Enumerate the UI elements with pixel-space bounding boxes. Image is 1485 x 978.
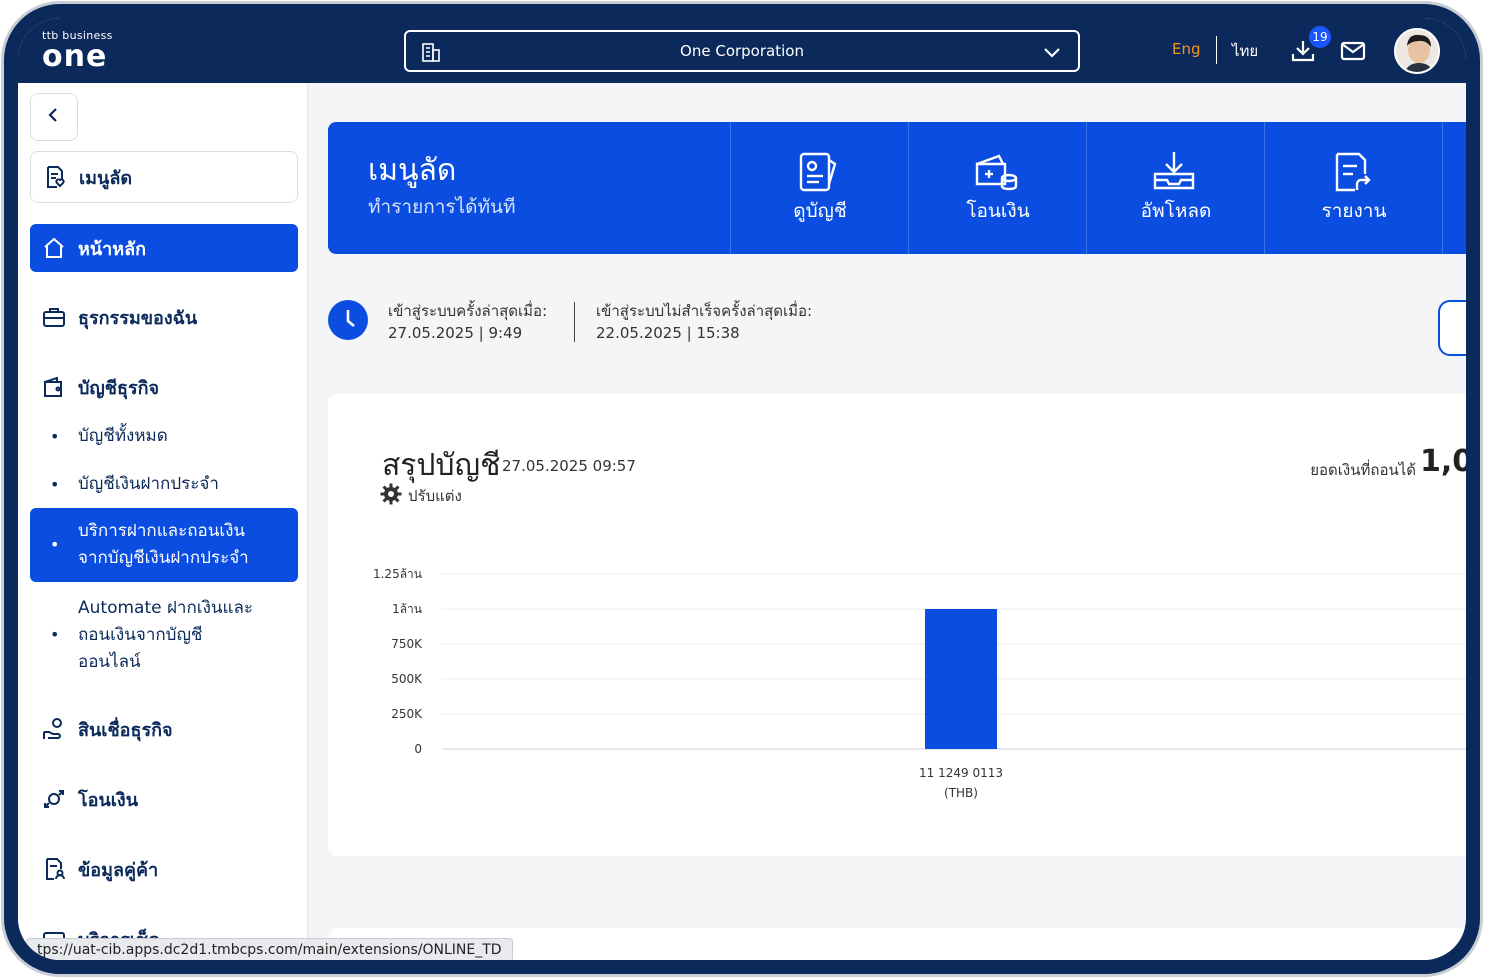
last-login-value: 27.05.2025 | 9:49 — [388, 324, 523, 342]
bullet: • — [50, 535, 60, 554]
sidebar-item-my-transactions[interactable]: ธุรกรรมของฉัน — [30, 293, 298, 341]
last-login-label: เข้าสู่ระบบครั้งล่าสุดเมื่อ: — [388, 302, 548, 320]
x-tick-label: 11 1249 0113 — [919, 766, 1003, 780]
language-thai[interactable]: ไทย — [1232, 39, 1258, 63]
sidebar-item-label: หน้าหลัก — [78, 238, 147, 260]
language-eng[interactable]: Eng — [1172, 40, 1201, 58]
quick-report-button[interactable]: รายงาน — [1264, 122, 1442, 254]
report-doc-icon — [1329, 150, 1375, 200]
sidebar-subitem-label: บริการฝากและถอนเงิน จากบัญชีเงินฝากประจำ — [78, 521, 249, 568]
sidebar-item-transfer[interactable]: โอนเงิน — [30, 775, 298, 823]
quick-menu-banner: เมนูลัด ทำรายการได้ทันที ดูบัญชี โอนเงิน… — [328, 122, 1466, 254]
briefcase-icon — [40, 303, 68, 331]
home-icon — [40, 234, 68, 262]
chevron-down-icon — [1042, 42, 1062, 66]
language-divider — [1216, 36, 1217, 64]
quick-upload-button[interactable]: อัพโหลด — [1086, 122, 1264, 254]
brand-logo[interactable]: ttb business one — [42, 30, 113, 72]
quick-view-accounts-button[interactable]: ดูบัญชี — [730, 122, 908, 254]
bullet: • — [50, 475, 60, 494]
customize-label: ปรับแต่ง — [408, 487, 462, 505]
sidebar-item-label: บัญชีธุรกิจ — [78, 377, 160, 399]
bullet: • — [50, 427, 60, 446]
quick-item-label: ดูบัญชี — [793, 200, 847, 222]
available-balance-value: 1,0 — [1420, 444, 1466, 479]
last-failed-login-label: เข้าสู่ระบบไม่สำเร็จครั้งล่าสุดเมื่อ: — [596, 302, 813, 320]
mail-icon[interactable] — [1340, 40, 1366, 66]
company-name: One Corporation — [680, 42, 804, 60]
login-info-divider — [574, 302, 575, 342]
y-tick-label: 500K — [391, 672, 423, 686]
document-user-icon — [40, 855, 68, 883]
quick-more-button[interactable] — [1442, 122, 1466, 254]
quick-menu-title: เมนูลัด — [368, 153, 457, 188]
y-tick-label: 750K — [391, 637, 423, 651]
balance-bar-chart: 0 250K 500K 750K 1ล้าน 1.25ล้าน 11 1249 0113 (T… — [373, 567, 1466, 800]
wallet-icon — [40, 373, 68, 401]
clock-icon — [328, 300, 368, 340]
user-avatar[interactable] — [1394, 28, 1440, 74]
y-tick-label: 1ล้าน — [392, 602, 422, 616]
account-book-icon — [795, 150, 841, 200]
x-tick-label: (THB) — [944, 786, 978, 800]
customize-button[interactable]: ปรับแต่ง — [380, 483, 462, 509]
sidebar-item-label: เมนูลัด — [79, 167, 133, 189]
available-balance-label: ยอดเงินที่ถอนได้ — [1310, 461, 1416, 479]
sidebar-item-quick-menu[interactable]: เมนูลัด — [30, 151, 298, 203]
coin-transfer-icon — [40, 785, 68, 813]
sidebar-item-label: ธุรกรรมของฉัน — [78, 307, 198, 329]
sidebar-back-button[interactable] — [30, 93, 78, 141]
device-frame: ttb business one One Corporation Eng ไทย — [4, 4, 1480, 974]
quick-transfer-button[interactable]: โอนเงิน — [908, 122, 1086, 254]
sidebar-subitem-automate[interactable]: • Automate ฝากเงินและ ถอนเงินจากบัญชี ออ… — [30, 591, 298, 679]
sidebar-subitem-all-accounts[interactable]: • บัญชีทั้งหมด — [30, 423, 298, 453]
chart-bar[interactable] — [925, 609, 997, 749]
quick-item-label: อัพโหลด — [1140, 200, 1212, 222]
sidebar-subitem-label: Automate ฝากเงินและ ถอนเงินจากบัญชี ออนไ… — [78, 598, 254, 672]
sidebar-subitem-label: บัญชีเงินฝากประจำ — [78, 474, 219, 494]
sidebar: เมนูลัด หน้าหลัก ธุรกรรมของฉัน บัญชีธุรก… — [18, 83, 308, 960]
app-screen: ttb business one One Corporation Eng ไทย — [18, 18, 1466, 960]
sidebar-item-label: โอนเงิน — [78, 789, 139, 811]
y-tick-label: 1.25ล้าน — [373, 567, 422, 581]
transfer-wallet-icon — [973, 150, 1019, 200]
bullet: • — [50, 625, 60, 644]
status-bar-url: tps://uat-cib.apps.dc2d1.tmbcps.com/main… — [26, 938, 513, 960]
y-tick-label: 0 — [414, 742, 422, 756]
building-icon — [420, 41, 442, 67]
quick-menu-subtitle: ทำรายการได้ทันที — [368, 196, 516, 218]
account-summary-card: สรุปบัญชี 27.05.2025 09:57 ปรับแต่ง ยอดเ… — [328, 394, 1466, 856]
sidebar-subitem-deposit-withdraw-service[interactable]: • บริการฝากและถอนเงิน จากบัญชีเงินฝากประ… — [30, 508, 298, 582]
y-tick-label: 250K — [391, 707, 423, 721]
last-failed-login-value: 22.05.2025 | 15:38 — [596, 324, 740, 342]
sidebar-subitem-label: บัญชีทั้งหมด — [78, 426, 168, 446]
company-selector[interactable]: One Corporation — [404, 30, 1080, 72]
quick-item-label: รายงาน — [1321, 200, 1387, 222]
last-login: เข้าสู่ระบบครั้งล่าสุดเมื่อ: 27.05.2025 … — [388, 300, 547, 344]
chevron-left-icon — [46, 107, 62, 127]
summary-title: สรุปบัญชี — [382, 448, 501, 483]
upload-tray-icon — [1151, 150, 1197, 200]
login-info: เข้าสู่ระบบครั้งล่าสุดเมื่อ: 27.05.2025 … — [328, 300, 1466, 360]
sidebar-subitem-fixed-deposit[interactable]: • บัญชีเงินฝากประจำ — [30, 471, 298, 501]
sidebar-item-business-accounts[interactable]: บัญชีธุรกิจ — [30, 363, 298, 411]
hand-coin-icon — [40, 715, 68, 743]
sidebar-item-counterparty[interactable]: ข้อมูลคู่ค้า — [30, 845, 298, 893]
logo-big-text: one — [42, 39, 108, 74]
side-action-button[interactable] — [1438, 300, 1466, 356]
summary-timestamp: 27.05.2025 09:57 — [502, 457, 636, 475]
download-count-badge: 19 — [1309, 26, 1331, 48]
last-failed-login: เข้าสู่ระบบไม่สำเร็จครั้งล่าสุดเมื่อ: 22… — [596, 300, 812, 344]
sidebar-item-business-loans[interactable]: สินเชื่อธุรกิจ — [30, 705, 298, 753]
top-header: ttb business one One Corporation Eng ไทย — [18, 18, 1466, 83]
sidebar-item-label: สินเชื่อธุรกิจ — [78, 719, 173, 741]
quick-item-label: โอนเงิน — [966, 200, 1030, 222]
document-heart-icon — [41, 163, 69, 191]
gear-icon — [380, 483, 402, 509]
sidebar-item-home[interactable]: หน้าหลัก — [30, 224, 298, 272]
sidebar-item-label: ข้อมูลคู่ค้า — [78, 859, 159, 881]
